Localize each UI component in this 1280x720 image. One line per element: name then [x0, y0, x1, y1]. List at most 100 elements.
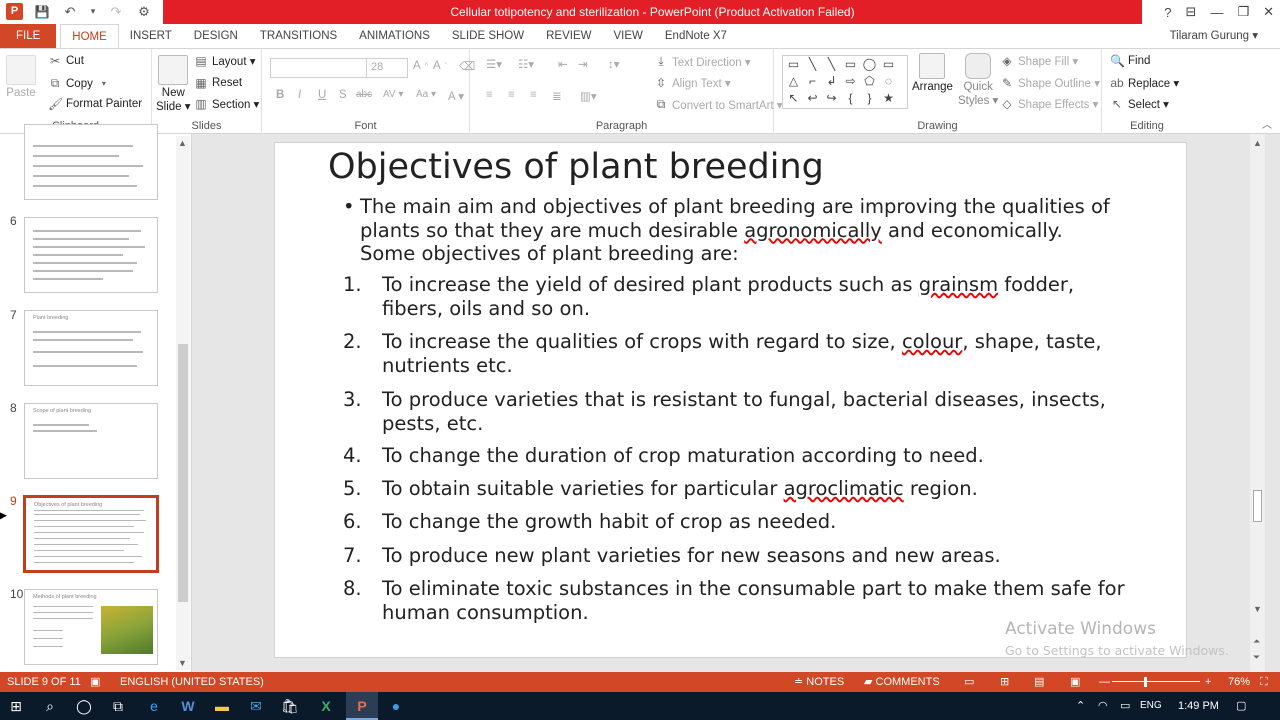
text-direction-button[interactable]: ⤓ Text Direction ▾ — [654, 54, 750, 69]
numbering-icon[interactable]: ☷▾ — [518, 57, 534, 71]
align-left-icon[interactable]: ≡ — [486, 89, 493, 101]
list-item[interactable]: 5. To obtain suitable varieties for parti… — [343, 477, 1133, 501]
shape-option-icon[interactable]: } — [860, 91, 879, 108]
undo-dropdown-icon[interactable]: ▾ — [89, 6, 97, 17]
save-icon[interactable]: 💾 — [33, 5, 51, 19]
shape-option-icon[interactable]: { — [841, 91, 860, 108]
tab-home[interactable]: HOME — [60, 23, 119, 49]
collapse-ribbon-icon[interactable]: ︿ — [1262, 116, 1272, 131]
close-button[interactable]: ✕ — [1263, 4, 1274, 20]
list-item[interactable]: 3. To produce varieties that is resistant… — [343, 388, 1133, 435]
shape-option-icon[interactable]: ▭ — [841, 57, 860, 74]
zoom-in-icon[interactable]: + — [1205, 672, 1211, 692]
paste-button[interactable]: Paste — [6, 55, 36, 99]
list-item[interactable]: 1. To increase the yield of desired plant… — [343, 273, 1133, 320]
scroll-up-arrow-icon[interactable]: ▲ — [1253, 138, 1262, 148]
zoom-slider-thumb[interactable] — [1144, 677, 1148, 687]
current-slide[interactable]: Objectives of plant breeding • The main … — [274, 142, 1187, 658]
align-right-icon[interactable]: ≡ — [530, 89, 537, 101]
customize-toolbar-icon[interactable]: ⚙ — [135, 4, 153, 20]
redo-icon[interactable]: ↷ — [107, 4, 125, 20]
character-spacing-button[interactable]: AV ▾ — [383, 89, 403, 100]
shape-effects-button[interactable]: ◇ Shape Effects ▾ — [1000, 97, 1098, 111]
justify-icon[interactable]: ≣ — [552, 89, 562, 103]
spell-check-icon[interactable]: ▣ — [90, 672, 100, 692]
tab-animations[interactable]: ANIMATIONS — [348, 24, 441, 48]
previous-slide-icon[interactable]: ⏶ — [1253, 636, 1260, 647]
scroll-down-arrow-icon[interactable]: ▼ — [178, 658, 187, 668]
notes-button[interactable]: ≐ NOTES — [794, 672, 844, 692]
slide-thumbnail-selected[interactable]: Objectives of plant breeding — [23, 495, 159, 573]
find-button[interactable]: 🔍 Find — [1110, 54, 1150, 68]
scroll-down-arrow-icon[interactable]: ▼ — [1253, 604, 1262, 614]
align-center-icon[interactable]: ≡ — [508, 89, 515, 101]
cortana-icon[interactable]: ◯ — [68, 692, 100, 720]
fit-to-window-icon[interactable]: ⛶ — [1260, 672, 1268, 692]
powerpoint-logo-icon[interactable]: P — [6, 3, 23, 20]
shape-option-icon[interactable]: ↖ — [784, 91, 803, 108]
scrollbar-thumb[interactable] — [1253, 490, 1262, 522]
font-name-combobox[interactable] — [270, 58, 368, 78]
shape-option-icon[interactable]: ╲ — [822, 57, 841, 74]
tab-slide-show[interactable]: SLIDE SHOW — [441, 24, 535, 48]
strikethrough-button[interactable]: abc — [356, 89, 372, 100]
mail-icon[interactable]: ✉ — [240, 692, 272, 720]
reset-button[interactable]: ▦ Reset — [194, 76, 242, 90]
powerpoint-taskbar-icon[interactable]: P — [346, 692, 378, 720]
arrange-button[interactable]: Arrange — [912, 53, 953, 93]
slide-sorter-icon[interactable]: ⊞ — [1000, 672, 1009, 692]
font-size-combobox[interactable]: 28 — [366, 58, 408, 78]
notifications-icon[interactable]: ▢ — [1236, 692, 1246, 720]
quick-styles-button[interactable]: Quick Styles ▾ — [958, 53, 998, 107]
bold-button[interactable]: B — [276, 89, 284, 101]
scrollbar-thumb[interactable] — [178, 344, 188, 602]
grow-font-icon[interactable]: A ^ — [413, 60, 428, 72]
scroll-up-arrow-icon[interactable]: ▲ — [178, 138, 187, 148]
tab-view[interactable]: VIEW — [602, 24, 653, 48]
language-indicator[interactable]: ENGLISH (UNITED STATES) — [120, 672, 264, 692]
tab-design[interactable]: DESIGN — [183, 24, 249, 48]
decrease-indent-icon[interactable]: ⇤ — [558, 57, 568, 71]
cut-button[interactable]: ✂ Cut — [48, 54, 84, 68]
list-item[interactable]: 4. To change the duration of crop maturat… — [343, 444, 1133, 468]
shape-option-icon[interactable]: ◌ — [879, 74, 898, 91]
change-case-button[interactable]: Aa ▾ — [416, 89, 436, 100]
shape-option-icon[interactable]: △ — [784, 74, 803, 91]
search-icon[interactable]: ⌕ — [34, 692, 66, 720]
tray-expand-icon[interactable]: ⌃ — [1076, 692, 1085, 720]
zoom-out-icon[interactable]: — — [1099, 672, 1110, 692]
language-indicator-tray[interactable]: ENG — [1140, 692, 1162, 720]
tab-review[interactable]: REVIEW — [535, 24, 602, 48]
shape-option-icon[interactable]: ⌐ — [803, 74, 822, 91]
shape-option-icon[interactable]: ⇨ — [841, 74, 860, 91]
undo-icon[interactable]: ↶ — [61, 4, 79, 20]
underline-button[interactable]: U — [318, 89, 326, 101]
comments-button[interactable]: ▰ COMMENTS — [864, 672, 940, 692]
bullets-icon[interactable]: ☰▾ — [486, 57, 502, 71]
shape-option-icon[interactable]: ★ — [879, 91, 898, 108]
tab-transitions[interactable]: TRANSITIONS — [249, 24, 348, 48]
network-icon[interactable]: ◠ — [1098, 692, 1108, 720]
shape-option-icon[interactable]: ╲ — [803, 57, 822, 74]
slide-show-icon[interactable]: ▣ — [1070, 672, 1080, 692]
battery-icon[interactable]: ▭ — [1120, 692, 1130, 720]
tab-insert[interactable]: INSERT — [119, 24, 183, 48]
reading-view-icon[interactable]: ▤ — [1034, 672, 1044, 692]
normal-view-icon[interactable]: ▭ — [964, 672, 974, 692]
zoom-slider[interactable] — [1112, 681, 1200, 682]
list-item[interactable]: 2. To increase the qualities of crops wit… — [343, 330, 1133, 377]
replace-button[interactable]: ab Replace ▾ — [1110, 76, 1179, 90]
shape-fill-button[interactable]: ◈ Shape Fill ▾ — [1000, 54, 1078, 68]
list-item[interactable]: 7. To produce new plant varieties for new… — [343, 544, 1133, 568]
slide-thumbnail[interactable] — [24, 217, 158, 293]
shape-option-icon[interactable]: ◯ — [860, 57, 879, 74]
convert-smartart-button[interactable]: ⧉ Convert to SmartArt ▾ — [654, 97, 783, 112]
slide-thumbnail[interactable]: Methods of plant breeding — [24, 589, 158, 665]
slide-thumbnail[interactable] — [24, 124, 158, 200]
clock[interactable]: 1:49 PM — [1178, 692, 1219, 720]
shadow-button[interactable]: S — [339, 89, 347, 101]
select-button[interactable]: ↖ Select ▾ — [1110, 97, 1169, 111]
slide-thumbnail[interactable]: Plant breeding — [24, 310, 158, 386]
ribbon-display-options-icon[interactable]: ⊟ — [1186, 4, 1197, 20]
align-text-button[interactable]: ⇳ Align Text ▾ — [654, 76, 731, 90]
